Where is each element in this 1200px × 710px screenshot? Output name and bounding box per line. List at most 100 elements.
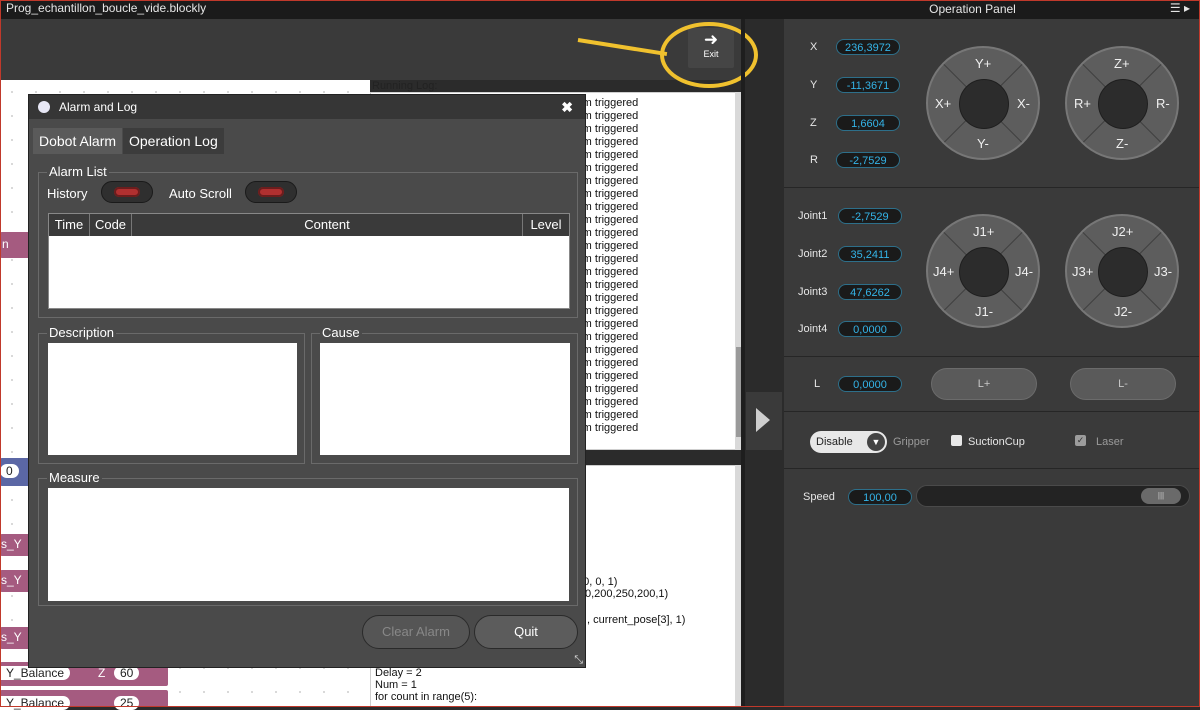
history-toggle[interactable] <box>101 181 153 203</box>
x-label: X <box>810 41 818 53</box>
suction-label[interactable]: SuctionCup <box>968 436 1025 448</box>
column-code[interactable]: Code <box>90 214 132 236</box>
y-value: -11,3671 <box>836 77 900 93</box>
log-line: rm triggered <box>579 331 639 343</box>
robot-joints-icon <box>1098 247 1148 297</box>
j4-plus-button[interactable]: J4+ <box>933 264 954 279</box>
x-plus-button[interactable]: X+ <box>935 96 951 111</box>
speed-slider[interactable]: ||| <box>916 485 1190 507</box>
variable-block[interactable]: s_Y <box>0 534 30 556</box>
section-divider <box>784 187 1200 188</box>
log-line: rm triggered <box>579 305 639 317</box>
log-line: rm triggered <box>579 136 639 148</box>
end-effector-select[interactable]: Disable ▼ <box>810 431 887 453</box>
j2-plus-button[interactable]: J2+ <box>1112 224 1133 239</box>
code-line: 0,200,250,200,1) <box>585 588 669 600</box>
gripper-label[interactable]: Gripper <box>893 436 930 448</box>
code-line: , current_pose[3], 1) <box>587 614 686 626</box>
j4-minus-button[interactable]: J4- <box>1015 264 1033 279</box>
r-minus-button[interactable]: R- <box>1156 96 1170 111</box>
joint2-value: 35,2411 <box>838 246 902 262</box>
log-line: rm triggered <box>579 110 639 122</box>
rail-label: L <box>814 378 821 390</box>
laser-label[interactable]: Laser <box>1096 436 1124 448</box>
close-icon[interactable]: ✖ <box>561 95 573 119</box>
resize-grip-icon[interactable]: ⤡ <box>574 654 583 667</box>
play-arrow-icon <box>756 408 770 432</box>
column-content[interactable]: Content <box>132 214 523 236</box>
log-line: rm triggered <box>579 201 639 213</box>
log-line: rm triggered <box>579 344 639 356</box>
alarm-list-title: Alarm List <box>47 164 109 179</box>
collapse-panel-button[interactable] <box>746 392 782 450</box>
j2-j3-jog-pad[interactable]: J2+ J2- J3+ J3- <box>1065 214 1179 328</box>
operation-panel-title-bar: Operation Panel ☰ ▸ <box>745 0 1200 19</box>
joint1-value: -2,7529 <box>838 208 902 224</box>
y-label: Y <box>810 79 818 91</box>
z-plus-button[interactable]: Z+ <box>1114 56 1130 71</box>
x-minus-button[interactable]: X- <box>1017 96 1030 111</box>
j3-minus-button[interactable]: J3- <box>1154 264 1172 279</box>
r-plus-button[interactable]: R+ <box>1074 96 1091 111</box>
cause-box[interactable] <box>320 343 570 455</box>
history-label: History <box>47 186 88 201</box>
log-line: rm triggered <box>579 396 639 408</box>
suction-checkbox[interactable] <box>951 435 962 446</box>
section-divider <box>784 468 1200 469</box>
clear-alarm-button[interactable]: Clear Alarm <box>362 615 470 649</box>
rail-minus-button[interactable]: L- <box>1070 368 1176 400</box>
j1-j4-jog-pad[interactable]: J1+ J1- J4+ J4- <box>926 214 1040 328</box>
cause-label: Cause <box>320 325 362 340</box>
code-line: for count in range(5): <box>375 691 478 703</box>
joint4-value: 0,0000 <box>838 321 902 337</box>
description-box[interactable] <box>48 343 297 455</box>
j3-plus-button[interactable]: J3+ <box>1072 264 1093 279</box>
editor-title-bar: Prog_echantillon_boucle_vide.blockly <box>0 0 745 19</box>
app-icon <box>38 101 50 113</box>
variable-block[interactable]: s_Y <box>0 627 30 649</box>
log-line: rm triggered <box>579 214 639 226</box>
rail-value: 0,0000 <box>838 376 902 392</box>
rail-plus-button[interactable]: L+ <box>931 368 1037 400</box>
dialog-title: Alarm and Log <box>59 100 138 114</box>
j1-minus-button[interactable]: J1- <box>975 304 993 319</box>
xyz-robot-icon <box>959 79 1009 129</box>
joint3-value: 47,6262 <box>838 284 902 300</box>
autoscroll-toggle[interactable] <box>245 181 297 203</box>
cause-group: Cause <box>311 325 578 464</box>
autoscroll-label: Auto Scroll <box>169 186 232 201</box>
column-time[interactable]: Time <box>49 214 90 236</box>
log-line: rm triggered <box>579 175 639 187</box>
log-line: rm triggered <box>579 162 639 174</box>
log-line: rm triggered <box>579 266 639 278</box>
joint2-label: Joint2 <box>798 248 828 260</box>
log-line: rm triggered <box>579 370 639 382</box>
block-fragment[interactable]: n <box>0 232 30 258</box>
zr-jog-pad[interactable]: Z+ Z- R+ R- <box>1065 46 1179 160</box>
pane-divider[interactable] <box>741 19 745 707</box>
log-line: rm triggered <box>579 318 639 330</box>
measure-box[interactable] <box>48 488 569 601</box>
z-minus-button[interactable]: Z- <box>1116 136 1128 151</box>
slider-thumb[interactable]: ||| <box>1141 488 1181 504</box>
j1-plus-button[interactable]: J1+ <box>973 224 994 239</box>
joint3-label: Joint3 <box>798 286 828 298</box>
balance-block[interactable]: Y_Balance 25 <box>0 690 168 710</box>
variable-block[interactable]: s_Y <box>0 570 30 592</box>
y-minus-button[interactable]: Y- <box>977 136 989 151</box>
r-value: -2,7529 <box>836 152 900 168</box>
tab-operation-log[interactable]: Operation Log <box>123 128 224 154</box>
column-level[interactable]: Level <box>523 214 569 236</box>
quit-button[interactable]: Quit <box>474 615 578 649</box>
number-block[interactable]: 0 <box>0 458 30 486</box>
description-label: Description <box>47 325 117 340</box>
tab-dobot-alarm[interactable]: Dobot Alarm <box>33 128 123 154</box>
panel-menu-icon[interactable]: ☰ ▸ <box>1170 0 1190 17</box>
log-line: rm triggered <box>579 422 639 434</box>
laser-checkbox[interactable]: ✓ <box>1075 435 1086 446</box>
j2-minus-button[interactable]: J2- <box>1114 304 1132 319</box>
y-plus-button[interactable]: Y+ <box>975 56 991 71</box>
robot-arm-icon <box>1098 79 1148 129</box>
alarm-table[interactable]: Time Code Content Level <box>48 213 570 309</box>
xy-jog-pad[interactable]: Y+ Y- X+ X- <box>926 46 1040 160</box>
